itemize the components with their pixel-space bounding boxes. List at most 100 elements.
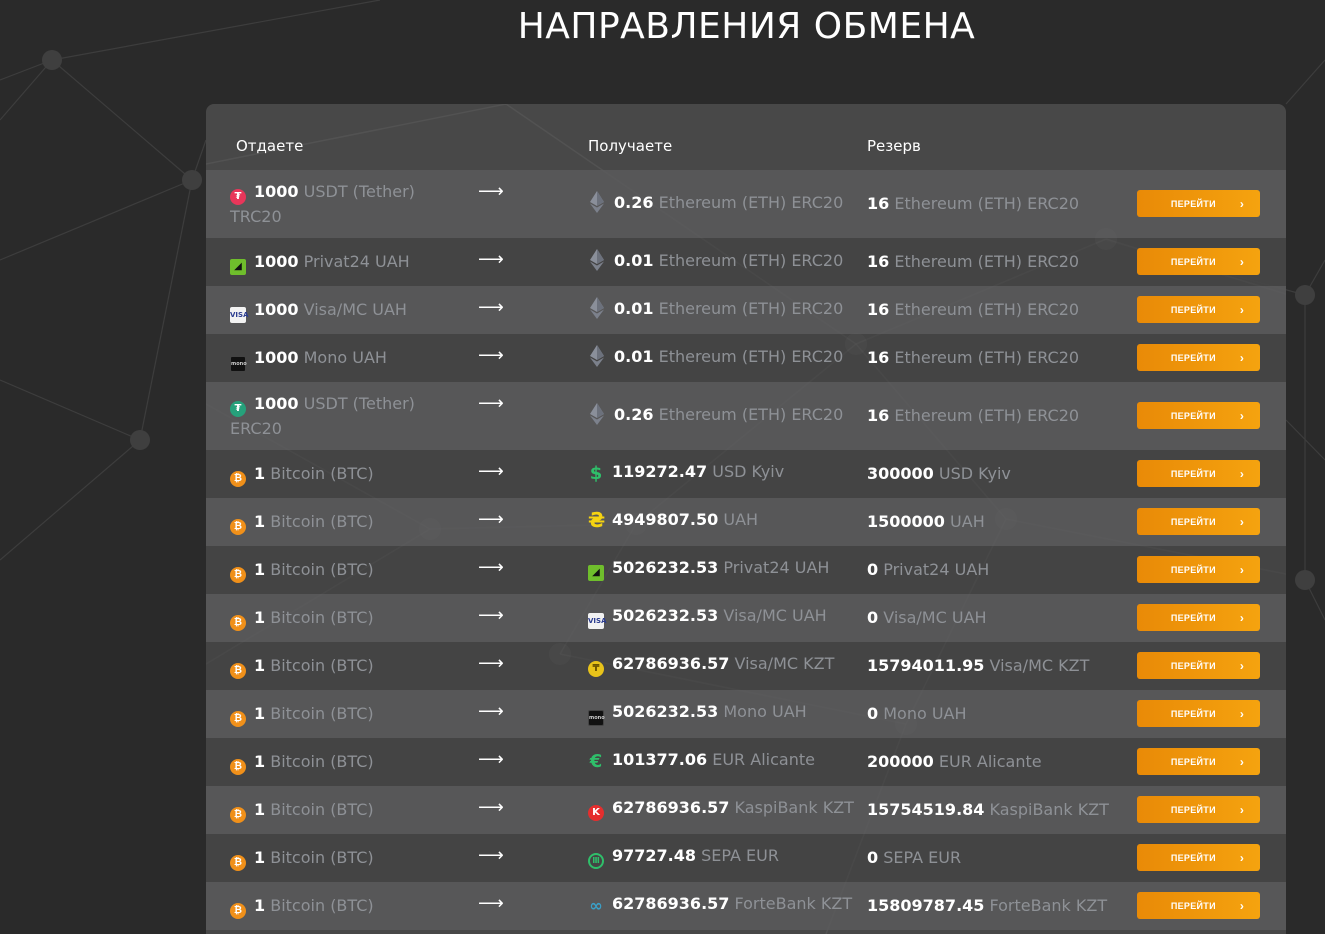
go-exchange-button[interactable]: ПЕРЕЙТИ › [1137, 190, 1260, 217]
get-amount: 5026232.53 [612, 558, 719, 577]
go-exchange-button[interactable]: ПЕРЕЙТИ › [1137, 796, 1260, 823]
reserve-cell: 16 Ethereum (ETH) ERC20 [867, 404, 1079, 428]
arrow-right-icon: ⟶ [478, 393, 504, 414]
give-amount: 1 [254, 800, 266, 819]
get-currency: EUR Alicante [712, 750, 815, 769]
table-row: ₿ 1 Bitcoin (BTC) ⟶ mono 5026232.53 Mono UAH… [206, 690, 1286, 738]
get-amount: 101377.06 [612, 750, 708, 769]
give-amount: 1 [254, 560, 266, 579]
give-amount: 1000 [254, 252, 299, 271]
get-amount: 62786936.57 [612, 654, 730, 673]
go-exchange-button[interactable]: ПЕРЕЙТИ › [1137, 748, 1260, 775]
reserve-amount: 200000 [867, 752, 934, 771]
give-cell: ₿ 1 Bitcoin (BTC) [230, 462, 430, 487]
go-button-label: ПЕРЕЙТИ [1170, 708, 1216, 719]
reserve-currency: Ethereum (ETH) ERC20 [894, 300, 1080, 319]
go-button-label: ПЕРЕЙТИ [1170, 900, 1216, 911]
give-amount: 1 [254, 656, 266, 675]
reserve-currency: ForteBank KZT [989, 896, 1108, 915]
reserve-amount: 16 [867, 300, 890, 319]
give-currency: Bitcoin (BTC) [270, 752, 374, 771]
get-cell: ₴ 4949807.50 UAH [588, 508, 758, 532]
arrow-right-icon: ⟶ [478, 653, 504, 674]
reserve-currency: Ethereum (ETH) ERC20 [894, 348, 1080, 367]
arrow-right-icon: ⟶ [478, 845, 504, 866]
go-exchange-button[interactable]: ПЕРЕЙТИ › [1137, 402, 1260, 429]
go-exchange-button[interactable]: ПЕРЕЙТИ › [1137, 460, 1260, 487]
give-amount: 1000 [254, 182, 299, 201]
get-amount: 62786936.57 [612, 894, 730, 913]
bitcoin-icon: ₿ [230, 807, 246, 823]
go-exchange-button[interactable]: ПЕРЕЙТИ › [1137, 296, 1260, 323]
get-cell: K 62786936.57 KaspiBank KZT [588, 796, 854, 821]
give-amount: 1 [254, 848, 266, 867]
table-row: ◢ 1000 Privat24 UAH ⟶ 0.01 Ethereum (ETH) E… [206, 238, 1286, 286]
get-amount: 4949807.50 [612, 510, 719, 529]
get-cell: 0.26 Ethereum (ETH) ERC20 [588, 402, 843, 427]
go-exchange-button[interactable]: ПЕРЕЙТИ › [1137, 556, 1260, 583]
go-exchange-button[interactable]: ПЕРЕЙТИ › [1137, 344, 1260, 371]
go-exchange-button[interactable]: ПЕРЕЙТИ › [1137, 604, 1260, 631]
table-row: ₿ 1 Bitcoin (BTC) ⟶ ₸ 62786936.57 Visa/MC KZ… [206, 642, 1286, 690]
give-amount: 1000 [254, 348, 299, 367]
give-cell: ₿ 1 Bitcoin (BTC) [230, 798, 430, 823]
give-amount: 1 [254, 896, 266, 915]
give-amount: 1000 [254, 394, 299, 413]
get-currency: SEPA EUR [701, 846, 779, 865]
give-currency: Privat24 UAH [303, 252, 410, 271]
go-button-label: ПЕРЕЙТИ [1170, 410, 1216, 421]
go-exchange-button[interactable]: ПЕРЕЙТИ › [1137, 892, 1260, 919]
reserve-currency: EUR Alicante [938, 752, 1042, 771]
chevron-right-icon: › [1239, 302, 1245, 317]
chevron-right-icon: › [1239, 514, 1245, 529]
get-cell: 0.26 Ethereum (ETH) ERC20 [588, 190, 843, 215]
give-cell: ₮ 1000 USDT (Tether) TRC20 [230, 180, 430, 229]
reserve-currency: Mono UAH [883, 704, 967, 723]
go-exchange-button[interactable]: ПЕРЕЙТИ › [1137, 652, 1260, 679]
arrow-right-icon: ⟶ [478, 345, 504, 366]
give-currency: Bitcoin (BTC) [270, 560, 374, 579]
exchange-directions-table: Отдаете Получаете Резерв ₮ 1000 USDT (Tet… [206, 104, 1286, 934]
get-cell: €101377.06 EUR Alicante [588, 748, 815, 772]
go-button-label: ПЕРЕЙТИ [1170, 660, 1216, 671]
reserve-cell: 15754519.84 KaspiBank KZT [867, 798, 1109, 822]
chevron-right-icon: › [1239, 350, 1245, 365]
usdt-icon: ₮ [230, 401, 246, 417]
euro-icon: € [589, 751, 603, 772]
get-currency: Visa/MC KZT [734, 654, 835, 673]
chevron-right-icon: › [1239, 898, 1245, 913]
arrow-right-icon: ⟶ [478, 605, 504, 626]
get-currency: Visa/MC UAH [723, 606, 827, 625]
mono-icon: mono [230, 356, 247, 372]
bitcoin-icon: ₿ [230, 615, 246, 631]
go-exchange-button[interactable]: ПЕРЕЙТИ › [1137, 700, 1260, 727]
reserve-cell: 16 Ethereum (ETH) ERC20 [867, 192, 1079, 216]
reserve-amount: 15794011.95 [867, 656, 985, 675]
arrow-right-icon: ⟶ [478, 557, 504, 578]
chevron-right-icon: › [1239, 562, 1245, 577]
mono-icon: mono [588, 710, 605, 726]
reserve-currency: Visa/MC KZT [989, 656, 1090, 675]
bitcoin-icon: ₿ [230, 663, 246, 679]
chevron-right-icon: › [1239, 196, 1245, 211]
reserve-currency: USD Kyiv [938, 464, 1011, 483]
visa-mc-icon: VISA [588, 613, 606, 629]
give-cell: ₿ 1 Bitcoin (BTC) [230, 702, 430, 727]
go-exchange-button[interactable]: ПЕРЕЙТИ › [1137, 508, 1260, 535]
give-currency: Bitcoin (BTC) [270, 608, 374, 627]
go-button-label: ПЕРЕЙТИ [1170, 564, 1216, 575]
go-button-label: ПЕРЕЙТИ [1170, 256, 1216, 267]
chevron-right-icon: › [1239, 466, 1245, 481]
table-body: ₮ 1000 USDT (Tether) TRC20 ⟶ 0.26 Ethereum … [206, 170, 1286, 930]
give-cell: mono 1000 Mono UAH [230, 346, 430, 372]
give-amount: 1 [254, 608, 266, 627]
go-exchange-button[interactable]: ПЕРЕЙТИ › [1137, 844, 1260, 871]
table-row: ₿ 1 Bitcoin (BTC) ⟶ ₴ 4949807.50 UAH 1500000 … [206, 498, 1286, 546]
get-cell: ₸ 62786936.57 Visa/MC KZT [588, 652, 834, 677]
column-header-get: Получаете [588, 137, 673, 155]
reserve-amount: 15754519.84 [867, 800, 985, 819]
get-cell: ◢ 5026232.53 Privat24 UAH [588, 556, 829, 581]
go-exchange-button[interactable]: ПЕРЕЙТИ › [1137, 248, 1260, 275]
table-row: ₮ 1000 USDT (Tether) TRC20 ⟶ 0.26 Ethereum … [206, 170, 1286, 238]
reserve-cell: 15794011.95 Visa/MC KZT [867, 654, 1089, 678]
